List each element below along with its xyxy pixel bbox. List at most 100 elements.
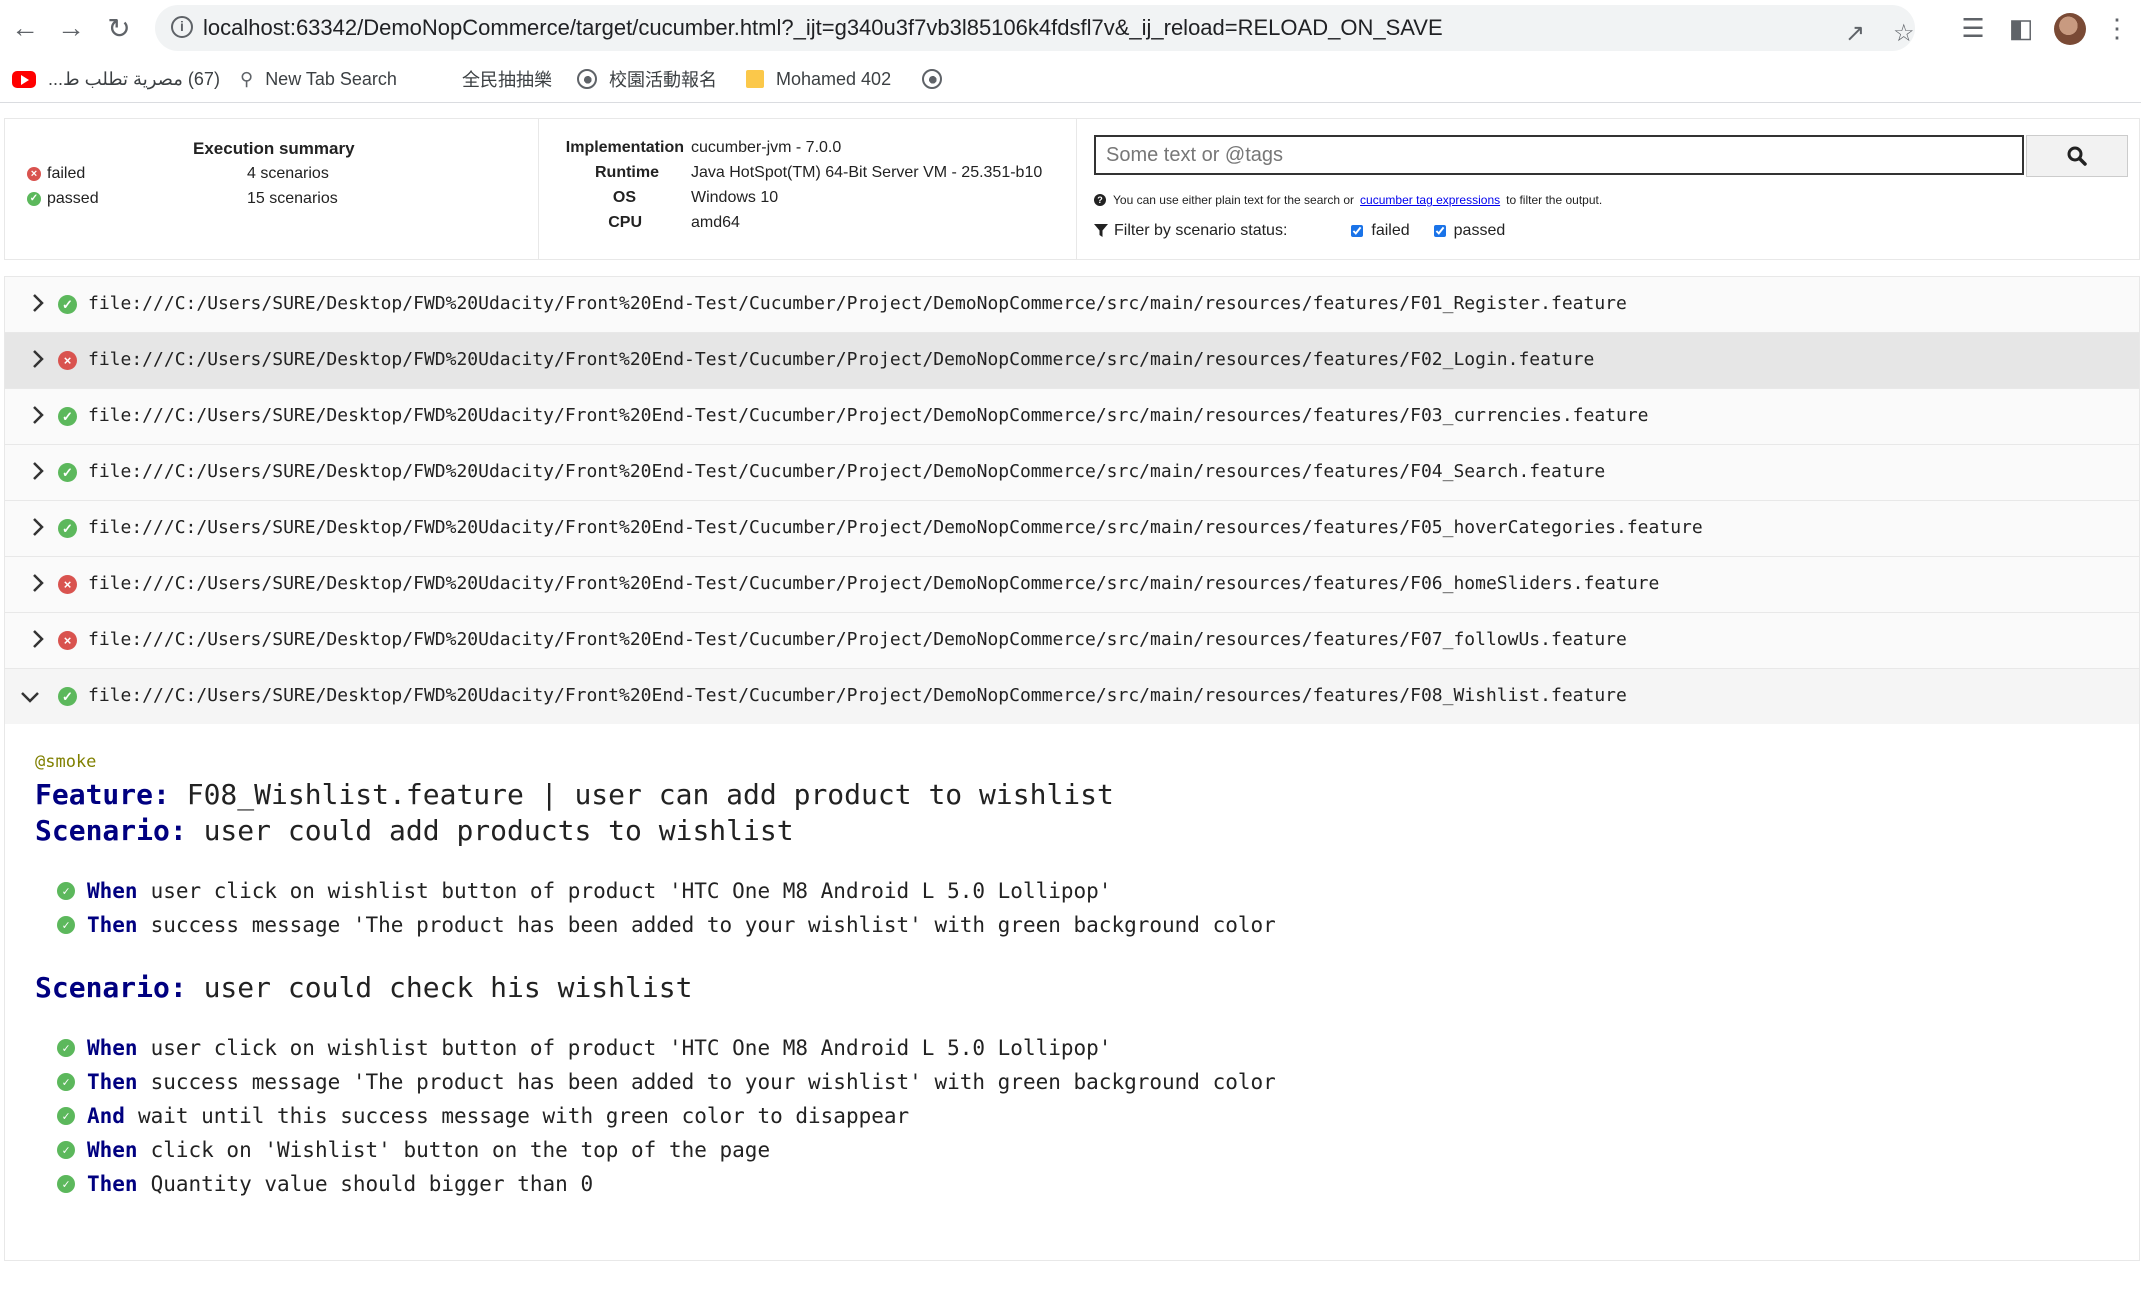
media-queue-icon[interactable]: ☰ bbox=[1956, 10, 1990, 46]
address-bar[interactable]: i localhost:63342/DemoNopCommerce/target… bbox=[155, 5, 1915, 51]
passed-icon: ✓ bbox=[58, 519, 77, 538]
chevron-right-icon[interactable] bbox=[27, 348, 49, 370]
feature-uri[interactable]: file:///C:/Users/SURE/Desktop/FWD%20Udac… bbox=[88, 461, 1605, 482]
runtime-value: Java HotSpot(TM) 64-Bit Server VM - 25.3… bbox=[691, 164, 1043, 181]
step-keyword: When bbox=[87, 879, 138, 903]
chevron-down-icon[interactable] bbox=[19, 686, 41, 708]
step-text: success message 'The product has been ad… bbox=[150, 913, 1276, 937]
failed-icon: × bbox=[58, 631, 77, 650]
implementation-value: cucumber-jvm - 7.0.0 bbox=[691, 139, 842, 156]
step-keyword: When bbox=[87, 1036, 138, 1060]
execution-summary: Execution summary × failed 4 scenarios ✓… bbox=[5, 119, 539, 259]
feature-row[interactable]: ✓ file:///C:/Users/SURE/Desktop/FWD%20Ud… bbox=[5, 501, 2139, 557]
cpu-key: CPU bbox=[608, 214, 642, 231]
youtube-icon bbox=[12, 70, 36, 88]
search-input[interactable] bbox=[1094, 135, 2024, 175]
address-url[interactable]: localhost:63342/DemoNopCommerce/target/c… bbox=[203, 15, 1443, 41]
feature-row[interactable]: ✓ file:///C:/Users/SURE/Desktop/FWD%20Ud… bbox=[5, 445, 2139, 501]
forward-icon[interactable]: → bbox=[56, 10, 86, 46]
scenario-name: user could add products to wishlist bbox=[203, 814, 794, 847]
step: ✓ Then Quantity value should bigger than… bbox=[57, 1172, 593, 1196]
share-icon[interactable]: ↗ bbox=[1845, 19, 1865, 48]
bookmark-chinese-1[interactable]: 全民抽抽樂 bbox=[462, 64, 552, 94]
environment-info: Implementation cucumber-jvm - 7.0.0 Runt… bbox=[539, 119, 1077, 259]
scenario-keyword: Scenario: bbox=[35, 971, 187, 1004]
failed-count: 4 scenarios bbox=[247, 165, 329, 182]
filter-label: Filter by scenario status: bbox=[1114, 222, 1288, 239]
feature-row[interactable]: × file:///C:/Users/SURE/Desktop/FWD%20Ud… bbox=[5, 557, 2139, 613]
bookmark-globe[interactable] bbox=[922, 64, 954, 94]
passed-count: 15 scenarios bbox=[247, 190, 338, 207]
failed-icon: × bbox=[58, 575, 77, 594]
search-icon: ⚲ bbox=[240, 68, 254, 89]
step: ✓ Then success message 'The product has … bbox=[57, 913, 1276, 937]
step-keyword: When bbox=[87, 1138, 138, 1162]
passed-icon: ✓ bbox=[57, 1073, 75, 1091]
step-keyword: Then bbox=[87, 1172, 138, 1196]
site-info-icon[interactable]: i bbox=[171, 16, 193, 38]
scenario-name: user could check his wishlist bbox=[203, 971, 693, 1004]
step-keyword: Then bbox=[87, 1070, 138, 1094]
side-panel-icon[interactable]: ◧ bbox=[2004, 10, 2038, 46]
feature-uri[interactable]: file:///C:/Users/SURE/Desktop/FWD%20Udac… bbox=[88, 573, 1659, 594]
bookmark-star-icon[interactable]: ☆ bbox=[1893, 19, 1915, 48]
feature-uri[interactable]: file:///C:/Users/SURE/Desktop/FWD%20Udac… bbox=[88, 349, 1594, 370]
profile-avatar[interactable] bbox=[2054, 13, 2086, 45]
failed-label: failed bbox=[47, 165, 86, 182]
passed-icon: ✓ bbox=[58, 407, 77, 426]
bookmark-youtube[interactable]: (67) مصرية تطلب ط... bbox=[12, 64, 220, 94]
passed-icon: ✓ bbox=[57, 916, 75, 934]
chevron-right-icon[interactable] bbox=[27, 516, 49, 538]
bookmark-new-tab-search[interactable]: ⚲ New Tab Search bbox=[240, 64, 397, 94]
chevron-right-icon[interactable] bbox=[27, 292, 49, 314]
feature-row[interactable]: ✓ file:///C:/Users/SURE/Desktop/FWD%20Ud… bbox=[5, 277, 2139, 333]
step-text: click on 'Wishlist' button on the top of… bbox=[150, 1138, 771, 1162]
feature-row[interactable]: × file:///C:/Users/SURE/Desktop/FWD%20Ud… bbox=[5, 613, 2139, 669]
scenario-title: Scenario: user could check his wishlist bbox=[35, 971, 692, 1004]
filter-passed-label: passed bbox=[1453, 222, 1506, 239]
scenario-keyword: Scenario: bbox=[35, 814, 187, 847]
status-filter: Filter by scenario status: failed passed bbox=[1094, 222, 1505, 240]
bookmark-label: Mohamed 402 bbox=[776, 68, 892, 89]
passed-icon: ✓ bbox=[58, 463, 77, 482]
report-header: Execution summary × failed 4 scenarios ✓… bbox=[4, 118, 2140, 260]
search-button[interactable] bbox=[2026, 135, 2128, 177]
feature-uri[interactable]: file:///C:/Users/SURE/Desktop/FWD%20Udac… bbox=[88, 405, 1649, 426]
os-value: Windows 10 bbox=[691, 189, 779, 206]
tag-expressions-link[interactable]: cucumber tag expressions bbox=[1360, 193, 1500, 207]
feature-uri[interactable]: file:///C:/Users/SURE/Desktop/FWD%20Udac… bbox=[88, 685, 1627, 706]
bookmark-chinese-2[interactable]: 校園活動報名 bbox=[577, 64, 717, 94]
feature-tag[interactable]: @smoke bbox=[35, 752, 96, 772]
reload-icon[interactable]: ↻ bbox=[104, 10, 134, 46]
feature-row[interactable]: ✓ file:///C:/Users/SURE/Desktop/FWD%20Ud… bbox=[5, 389, 2139, 445]
step-text: Quantity value should bigger than 0 bbox=[150, 1172, 594, 1196]
step: ✓ And wait until this success message wi… bbox=[57, 1104, 909, 1128]
chevron-right-icon[interactable] bbox=[27, 460, 49, 482]
passed-icon: ✓ bbox=[57, 1175, 75, 1193]
step-text: user click on wishlist button of product… bbox=[150, 1036, 1112, 1060]
folder-icon bbox=[746, 70, 764, 88]
feature-uri[interactable]: file:///C:/Users/SURE/Desktop/FWD%20Udac… bbox=[88, 629, 1627, 650]
feature-row[interactable]: × file:///C:/Users/SURE/Desktop/FWD%20Ud… bbox=[5, 333, 2139, 389]
failed-icon: × bbox=[27, 167, 41, 181]
filter-passed-checkbox[interactable] bbox=[1433, 225, 1446, 237]
filter-failed-checkbox[interactable] bbox=[1351, 225, 1364, 237]
bookmark-mohamed-402[interactable]: Mohamed 402 bbox=[746, 64, 891, 94]
scenario-title: Scenario: user could add products to wis… bbox=[35, 814, 794, 847]
chevron-right-icon[interactable] bbox=[27, 572, 49, 594]
bookmark-label: (67) مصرية تطلب ط... bbox=[48, 68, 220, 89]
passed-label: passed bbox=[47, 190, 99, 207]
feature-uri[interactable]: file:///C:/Users/SURE/Desktop/FWD%20Udac… bbox=[88, 293, 1627, 314]
filter-failed-label: failed bbox=[1371, 222, 1410, 239]
bookmark-label: 校園活動報名 bbox=[609, 70, 717, 90]
feature-uri[interactable]: file:///C:/Users/SURE/Desktop/FWD%20Udac… bbox=[88, 517, 1703, 538]
more-menu-icon[interactable]: ⋮ bbox=[2100, 10, 2134, 46]
feature-row-expanded[interactable]: ✓ file:///C:/Users/SURE/Desktop/FWD%20Ud… bbox=[5, 669, 2139, 724]
bookmarks-bar: (67) مصرية تطلب ط... ⚲ New Tab Search 全民… bbox=[0, 56, 2141, 103]
chevron-right-icon[interactable] bbox=[27, 628, 49, 650]
failed-stat: × failed bbox=[27, 165, 85, 183]
step-keyword: And bbox=[87, 1104, 125, 1128]
chevron-right-icon[interactable] bbox=[27, 404, 49, 426]
back-icon[interactable]: ← bbox=[10, 10, 40, 46]
help-text-prefix: You can use either plain text for the se… bbox=[1113, 193, 1355, 207]
